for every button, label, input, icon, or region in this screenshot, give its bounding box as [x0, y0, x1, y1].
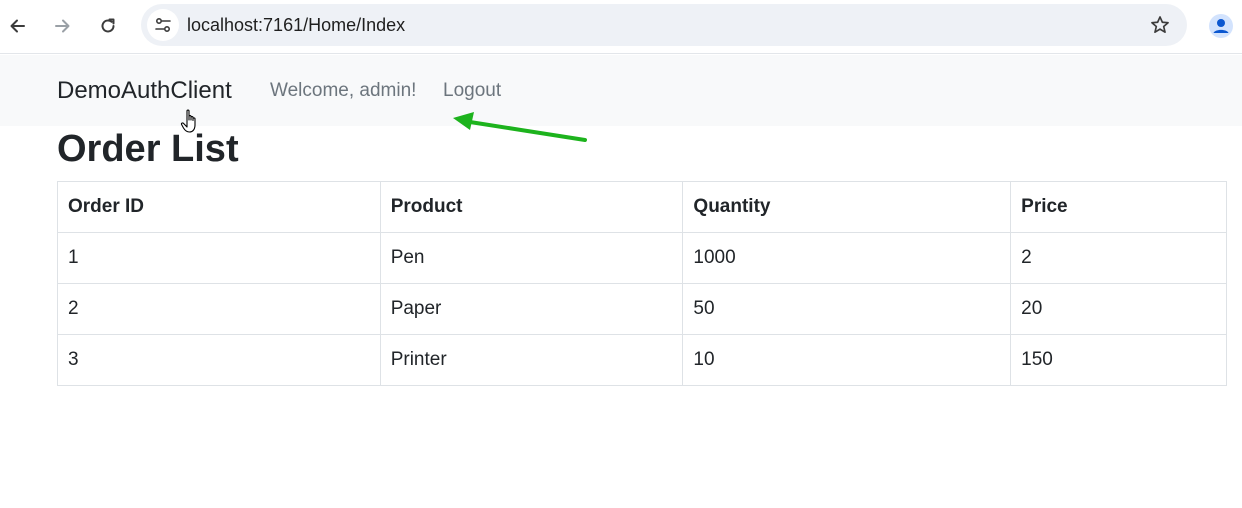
- column-header: Product: [379, 181, 684, 233]
- product-cell: Pen: [379, 232, 684, 284]
- quantity-cell: 50: [682, 283, 1012, 335]
- quantity-cell: 1000: [682, 232, 1012, 284]
- reload-button[interactable]: [93, 11, 123, 41]
- column-header: Price: [1010, 181, 1227, 233]
- table-row: 2 Paper 50 20: [57, 283, 1227, 335]
- welcome-text: Welcome, admin!: [270, 80, 417, 101]
- order-id-cell: 1: [57, 232, 381, 284]
- reload-icon: [101, 18, 115, 33]
- table-header-row: Order ID Product Quantity Price: [57, 181, 1227, 233]
- price-cell: 2: [1010, 232, 1227, 284]
- bookmark-button[interactable]: [1149, 14, 1171, 36]
- forward-button[interactable]: [47, 11, 77, 41]
- star-icon: [1151, 16, 1169, 33]
- profile-button[interactable]: [1206, 11, 1236, 41]
- arrow-right-icon: [55, 19, 70, 33]
- table-row: 3 Printer 10 150: [57, 334, 1227, 386]
- column-header: Order ID: [57, 181, 381, 233]
- arrow-left-icon: [10, 19, 25, 33]
- product-cell: Paper: [379, 283, 684, 335]
- table-row: 1 Pen 1000 2: [57, 232, 1227, 284]
- price-cell: 150: [1010, 334, 1227, 386]
- price-cell: 20: [1010, 283, 1227, 335]
- order-id-cell: 3: [57, 334, 381, 386]
- column-header: Quantity: [682, 181, 1012, 233]
- address-bar[interactable]: localhost:7161/Home/Index: [141, 4, 1187, 46]
- annotation-arrow: [453, 112, 587, 142]
- product-cell: Printer: [379, 334, 684, 386]
- logout-link[interactable]: Logout: [443, 80, 501, 102]
- person-icon: [1209, 14, 1233, 38]
- site-info-button[interactable]: [147, 9, 179, 41]
- back-button[interactable]: [3, 11, 33, 41]
- browser-toolbar: localhost:7161/Home/Index: [0, 0, 1242, 54]
- url-text[interactable]: localhost:7161/Home/Index: [187, 15, 405, 36]
- quantity-cell: 10: [682, 334, 1012, 386]
- order-id-cell: 2: [57, 283, 381, 335]
- orders-table: Order ID Product Quantity Price 1 Pen 10…: [57, 181, 1227, 386]
- brand-link[interactable]: DemoAuthClient: [57, 77, 232, 105]
- tune-icon: [155, 17, 171, 33]
- page-title: Order List: [57, 128, 239, 170]
